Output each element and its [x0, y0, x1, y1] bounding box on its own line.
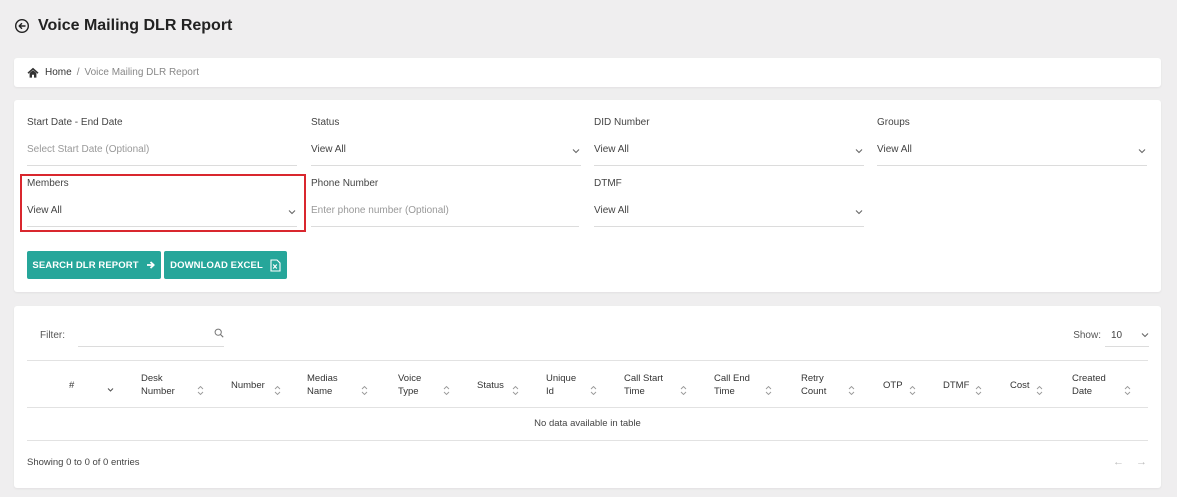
- groups-label: Groups: [877, 117, 910, 128]
- date-range-label: Start Date - End Date: [27, 117, 123, 128]
- date-range-placeholder: Select Start Date (Optional): [27, 144, 150, 155]
- status-value: View All: [311, 144, 346, 155]
- pagination: ← →: [1113, 456, 1147, 468]
- sort-icon[interactable]: [1036, 385, 1043, 396]
- column-header-status[interactable]: Status: [477, 379, 504, 392]
- status-select[interactable]: View All: [311, 144, 581, 166]
- table-bottom-border: [27, 440, 1148, 441]
- search-dlr-report-button[interactable]: SEARCH DLR REPORT: [27, 251, 161, 279]
- did-number-value: View All: [594, 144, 629, 155]
- excel-file-icon: [270, 258, 281, 272]
- sort-icon[interactable]: [848, 385, 855, 396]
- column-header-unique-id[interactable]: Unique Id: [546, 372, 576, 398]
- groups-select[interactable]: View All: [877, 144, 1147, 166]
- download-excel-label: DOWNLOAD EXCEL: [170, 259, 263, 271]
- table-header-bottom-border: [27, 407, 1148, 408]
- phone-number-label: Phone Number: [311, 178, 379, 189]
- date-range-input[interactable]: Select Start Date (Optional): [27, 144, 297, 166]
- phone-number-input[interactable]: Enter phone number (Optional): [311, 205, 579, 227]
- prev-page-button[interactable]: ←: [1113, 456, 1124, 468]
- empty-table-message: No data available in table: [534, 418, 641, 429]
- column-header-number[interactable]: Number: [231, 379, 265, 392]
- results-panel: Filter: Show: 10 # Desk Number Number Med…: [14, 306, 1161, 488]
- sort-icon[interactable]: [361, 385, 368, 396]
- table-header-top-border: [27, 360, 1148, 361]
- groups-value: View All: [877, 144, 912, 155]
- sort-icon[interactable]: [197, 385, 204, 396]
- column-header-created-date[interactable]: Created Date: [1072, 372, 1106, 398]
- chevron-down-icon: [1137, 147, 1147, 155]
- column-header-desk-number[interactable]: Desk Number: [141, 372, 175, 398]
- breadcrumb-separator: /: [76, 67, 80, 78]
- breadcrumb-home-link[interactable]: Home: [45, 67, 72, 78]
- column-header-call-end-time[interactable]: Call End Time: [714, 372, 750, 398]
- show-label: Show:: [1073, 330, 1101, 341]
- sort-icon[interactable]: [909, 385, 916, 396]
- arrow-right-icon: [146, 260, 156, 270]
- column-header-call-start-time[interactable]: Call Start Time: [624, 372, 663, 398]
- chevron-down-icon: [571, 147, 581, 155]
- members-highlight-box: [20, 174, 306, 232]
- chevron-down-icon: [854, 208, 864, 216]
- sort-icon[interactable]: [512, 385, 519, 396]
- dtmf-value: View All: [594, 205, 629, 216]
- column-header-dtmf[interactable]: DTMF: [943, 379, 969, 392]
- sort-icon[interactable]: [590, 385, 597, 396]
- breadcrumb-current: Voice Mailing DLR Report: [84, 67, 199, 78]
- back-arrow-icon[interactable]: [14, 18, 30, 34]
- sort-icon[interactable]: [443, 385, 450, 396]
- download-excel-button[interactable]: DOWNLOAD EXCEL: [164, 251, 287, 279]
- sort-icon[interactable]: [765, 385, 772, 396]
- next-page-button[interactable]: →: [1136, 456, 1147, 468]
- column-header-retry-count[interactable]: Retry Count: [801, 372, 826, 398]
- column-header-voice-type[interactable]: Voice Type: [398, 372, 421, 398]
- table-info: Showing 0 to 0 of 0 entries: [27, 457, 140, 468]
- page-title: Voice Mailing DLR Report: [38, 17, 233, 34]
- column-header-cost[interactable]: Cost: [1010, 379, 1030, 392]
- page-size-select[interactable]: 10: [1105, 323, 1149, 347]
- search-dlr-report-label: SEARCH DLR REPORT: [32, 259, 139, 271]
- chevron-down-icon: [854, 147, 864, 155]
- phone-number-placeholder: Enter phone number (Optional): [311, 205, 449, 216]
- dtmf-label: DTMF: [594, 178, 622, 189]
- table-filter-input[interactable]: [78, 323, 224, 347]
- chevron-down-icon: [1141, 332, 1149, 338]
- page-header: Voice Mailing DLR Report: [14, 15, 232, 37]
- column-header-medias-name[interactable]: Medias Name: [307, 372, 338, 398]
- sort-desc-icon[interactable]: [107, 387, 114, 398]
- column-header-index[interactable]: #: [69, 379, 74, 392]
- column-header-otp[interactable]: OTP: [883, 379, 903, 392]
- status-label: Status: [311, 117, 340, 128]
- dtmf-select[interactable]: View All: [594, 205, 864, 227]
- sort-icon[interactable]: [975, 385, 982, 396]
- home-icon: [27, 67, 39, 79]
- did-number-label: DID Number: [594, 117, 650, 128]
- did-number-select[interactable]: View All: [594, 144, 864, 166]
- sort-icon[interactable]: [274, 385, 281, 396]
- sort-icon[interactable]: [680, 385, 687, 396]
- filter-label: Filter:: [40, 330, 65, 341]
- breadcrumb: Home / Voice Mailing DLR Report: [14, 58, 1161, 87]
- search-icon: [214, 328, 224, 338]
- filters-panel: Start Date - End Date Select Start Date …: [14, 100, 1161, 292]
- sort-icon[interactable]: [1124, 385, 1131, 396]
- page-size-value: 10: [1111, 330, 1123, 341]
